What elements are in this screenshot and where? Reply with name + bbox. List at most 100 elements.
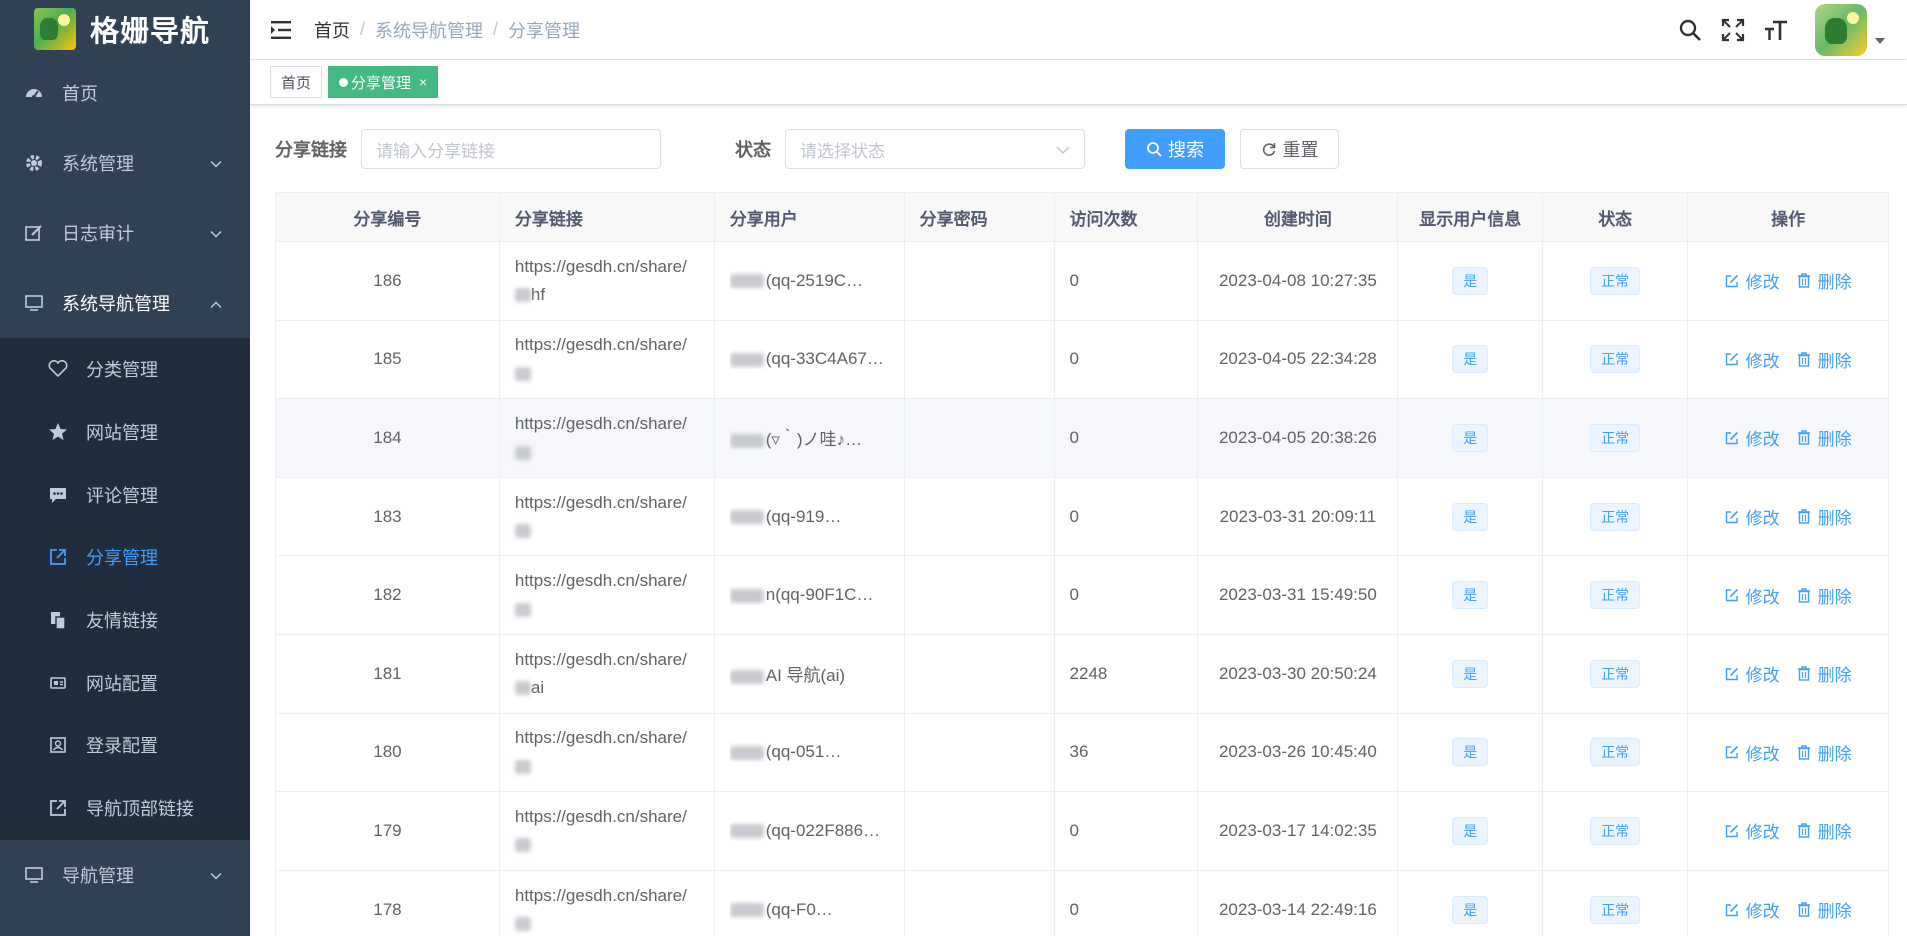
table-row[interactable]: 181 https://gesdh.cn/share/ai AI 导航(ai) … xyxy=(276,634,1890,714)
edit-button[interactable]: 修改 xyxy=(1725,583,1780,608)
table-row[interactable]: 182 https://gesdh.cn/share/ n(qq-90F1C… … xyxy=(276,556,1890,635)
cell-actions: 修改 删除 xyxy=(1688,399,1890,478)
sidebar-item-nav-system[interactable]: 系统导航管理 xyxy=(0,268,250,338)
show-user-badge: 是 xyxy=(1452,345,1489,374)
table-row[interactable]: 184 https://gesdh.cn/share/ (▿｀)ノ哇♪… 0 2… xyxy=(276,399,1890,478)
reset-button[interactable]: 重置 xyxy=(1240,129,1339,169)
table-row[interactable]: 180 https://gesdh.cn/share/ (qq-051… 36 … xyxy=(276,713,1890,793)
share-link: https://gesdh.cn/share/ xyxy=(514,331,687,387)
delete-button[interactable]: 删除 xyxy=(1797,661,1852,686)
share-link-url: https://gesdh.cn/share/ xyxy=(514,806,687,826)
share-link-url: https://gesdh.cn/share/ xyxy=(514,335,687,355)
edit-button[interactable]: 修改 xyxy=(1725,268,1780,293)
font-size-icon[interactable] xyxy=(1763,17,1789,43)
cell-link: https://gesdh.cn/share/ xyxy=(499,320,715,400)
redacted-blur xyxy=(514,524,531,539)
delete-button[interactable]: 删除 xyxy=(1797,347,1852,372)
star-icon xyxy=(48,422,68,442)
cell-actions: 修改 删除 xyxy=(1688,713,1890,793)
brand[interactable]: 格姗导航 xyxy=(0,0,250,58)
delete-button[interactable]: 删除 xyxy=(1797,583,1852,608)
edit-button[interactable]: 修改 xyxy=(1725,425,1780,450)
sidebar-item-site-config[interactable]: 网站配置 xyxy=(0,651,250,714)
gear-icon xyxy=(24,153,44,173)
share-user-name: (qq-33C4A67… xyxy=(765,349,884,369)
visit-count: 0 xyxy=(1069,820,1079,840)
hamburger-icon[interactable] xyxy=(270,18,294,42)
created-time: 2023-03-31 20:09:11 xyxy=(1219,506,1377,526)
sidebar-item-label: 评论管理 xyxy=(86,485,158,506)
cell-status: 正常 xyxy=(1543,713,1689,793)
created-time: 2023-03-30 20:50:24 xyxy=(1218,663,1377,683)
share-link-url: https://gesdh.cn/share/ xyxy=(514,571,687,591)
comment-icon xyxy=(48,485,68,505)
search-button[interactable]: 搜索 xyxy=(1125,129,1225,169)
cell-password xyxy=(904,320,1055,400)
visit-count: 0 xyxy=(1069,427,1079,447)
table-row[interactable]: 186 https://gesdh.cn/share/hf (qq-2519C…… xyxy=(276,242,1890,321)
edit-button[interactable]: 修改 xyxy=(1725,661,1780,686)
delete-button[interactable]: 删除 xyxy=(1797,425,1852,450)
sidebar-item-top-links[interactable]: 导航顶部链接 xyxy=(0,777,250,840)
share-user: (qq-051… xyxy=(729,742,841,762)
sidebar-item-label: 首页 xyxy=(62,84,98,104)
sidebar-item-comment[interactable]: 评论管理 xyxy=(0,463,250,526)
cell-created: 2023-03-31 15:49:50 xyxy=(1198,556,1399,635)
sidebar-item-share[interactable]: 分享管理 xyxy=(0,526,250,589)
delete-label: 删除 xyxy=(1817,666,1852,686)
edit-button[interactable]: 修改 xyxy=(1725,740,1780,765)
status-select[interactable]: 请选择状态 xyxy=(785,129,1085,169)
sidebar-item-login-config[interactable]: 登录配置 xyxy=(0,714,250,777)
cell-user: (▿｀)ノ哇♪… xyxy=(714,399,905,478)
cell-created: 2023-03-14 22:49:16 xyxy=(1198,870,1399,936)
caret-down-icon[interactable] xyxy=(1875,38,1885,44)
redacted-blur xyxy=(729,510,764,525)
tag-share-manage[interactable]: 分享管理 × xyxy=(328,66,439,98)
edit-button[interactable]: 修改 xyxy=(1725,818,1780,843)
trash-icon xyxy=(1797,587,1811,603)
sidebar-item-website[interactable]: 网站管理 xyxy=(0,401,250,464)
share-link-input[interactable]: 请输入分享链接 xyxy=(361,129,661,169)
delete-button[interactable]: 删除 xyxy=(1797,897,1852,922)
table-row[interactable]: 183 https://gesdh.cn/share/ (qq-919… 0 2… xyxy=(276,477,1890,557)
delete-button[interactable]: 删除 xyxy=(1797,740,1852,765)
sidebar-item-friend-links[interactable]: 友情链接 xyxy=(0,589,250,652)
search-icon[interactable] xyxy=(1677,17,1703,43)
share-user: (qq-919… xyxy=(729,506,842,527)
sidebar-item-nav[interactable]: 导航管理 xyxy=(0,840,250,910)
delete-button[interactable]: 删除 xyxy=(1797,504,1852,529)
table-row[interactable]: 178 https://gesdh.cn/share/ (qq-F0… 0 20… xyxy=(276,870,1890,936)
edit-button[interactable]: 修改 xyxy=(1725,347,1780,372)
redacted-blur xyxy=(729,824,764,839)
cell-link: https://gesdh.cn/share/ xyxy=(499,556,715,635)
sidebar-item-home[interactable]: 首页 xyxy=(0,58,250,128)
table-row[interactable]: 185 https://gesdh.cn/share/ (qq-33C4A67…… xyxy=(276,320,1890,400)
sidebar-item-system[interactable]: 系统管理 xyxy=(0,128,250,198)
share-user-name: (qq-919… xyxy=(765,506,842,526)
cell-visits: 36 xyxy=(1054,713,1199,793)
edit-icon xyxy=(1725,431,1739,445)
delete-label: 删除 xyxy=(1817,587,1852,607)
share-id: 179 xyxy=(373,820,402,840)
table-row[interactable]: 179 https://gesdh.cn/share/ (qq-022F886…… xyxy=(276,792,1890,871)
show-user-badge: 是 xyxy=(1452,502,1489,531)
column-header: 显示用户信息 xyxy=(1398,193,1544,242)
cell-show-user: 是 xyxy=(1398,556,1544,635)
fullscreen-icon[interactable] xyxy=(1720,17,1746,43)
column-header: 分享密码 xyxy=(904,193,1055,242)
edit-button[interactable]: 修改 xyxy=(1725,897,1780,922)
sidebar-item-category[interactable]: 分类管理 xyxy=(0,338,250,401)
cell-show-user: 是 xyxy=(1398,242,1544,321)
share-link: https://gesdh.cn/share/ xyxy=(514,489,687,545)
tag-label: 分享管理 xyxy=(351,74,412,92)
tag-home[interactable]: 首页 xyxy=(270,66,323,98)
created-time: 2023-03-31 15:49:50 xyxy=(1218,585,1377,605)
avatar[interactable] xyxy=(1815,4,1867,56)
close-icon[interactable]: × xyxy=(419,74,427,90)
sidebar-item-log-audit[interactable]: 日志审计 xyxy=(0,198,250,268)
delete-button[interactable]: 删除 xyxy=(1797,818,1852,843)
edit-button[interactable]: 修改 xyxy=(1725,504,1780,529)
breadcrumb-home[interactable]: 首页 xyxy=(314,17,350,43)
share-user: AI 导航(ai) xyxy=(729,661,845,686)
delete-button[interactable]: 删除 xyxy=(1797,268,1852,293)
